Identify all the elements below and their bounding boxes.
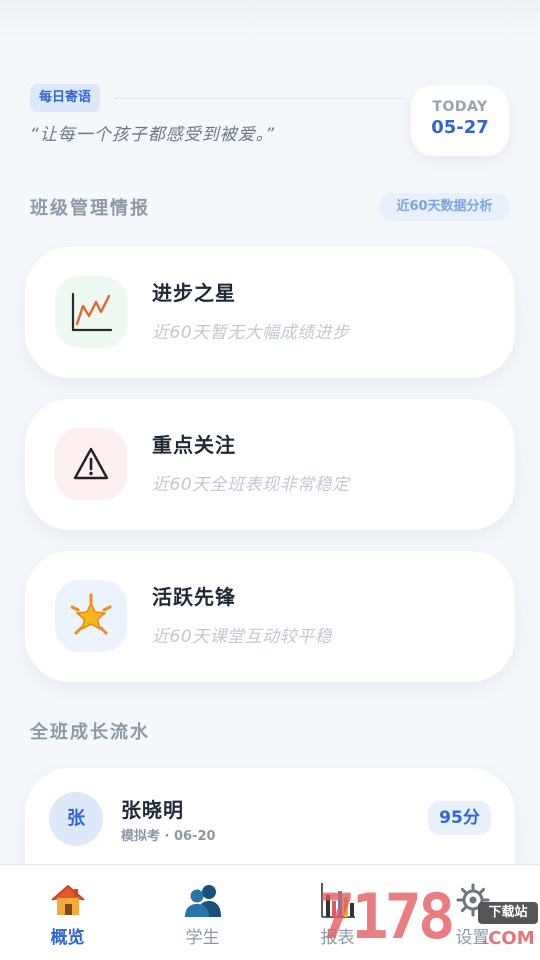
card-progress-star[interactable]: 进步之星 近60天暂无大幅成绩进步 <box>25 247 515 378</box>
section-title-timeline: 全班成长流水 <box>30 722 150 743</box>
student-name: 张晓明 <box>121 798 184 822</box>
date-value: 05-27 <box>431 117 489 138</box>
sparkle-star-icon <box>70 593 112 635</box>
date-card: TODAY 05-27 <box>411 85 509 156</box>
watermark-domain: .COM <box>481 928 535 949</box>
progress-icon-box <box>55 276 127 348</box>
house-icon <box>50 885 85 915</box>
card-title: 活跃先锋 <box>152 585 236 609</box>
date-label: TODAY <box>432 99 488 115</box>
attention-icon-box <box>55 428 127 500</box>
card-key-attention[interactable]: 重点关注 近60天全班表现非常稳定 <box>25 399 515 530</box>
warning-icon <box>73 447 109 480</box>
avatar: 张 <box>49 792 103 846</box>
card-active-pioneer[interactable]: 活跃先锋 近60天课堂互动较平稳 <box>25 551 515 682</box>
site-watermark: 7178 下载站 .COM <box>318 878 540 960</box>
card-subtitle: 近60天全班表现非常稳定 <box>152 475 350 495</box>
daily-quote-tag: 每日寄语 <box>30 84 101 112</box>
card-title: 重点关注 <box>152 433 236 457</box>
score-badge: 95分 <box>428 801 491 835</box>
users-icon <box>184 885 221 917</box>
card-subtitle: 近60天课堂互动较平稳 <box>152 627 333 647</box>
pioneer-icon-box <box>55 580 127 652</box>
nav-label: 概览 <box>50 928 85 948</box>
daily-quote-text: “让每一个孩子都感受到被爱。” <box>30 125 276 145</box>
watermark-badge: 下载站 <box>478 902 538 924</box>
section-title-management: 班级管理情报 <box>30 198 150 219</box>
watermark-digits: 7178 <box>318 880 455 953</box>
card-title: 进步之星 <box>152 281 236 305</box>
nav-tab-students[interactable]: 学生 <box>135 865 270 960</box>
exam-meta: 模拟考 · 06-20 <box>121 829 216 844</box>
nav-tab-overview[interactable]: 概览 <box>0 865 135 960</box>
chart-up-icon <box>71 292 113 332</box>
card-subtitle: 近60天暂无大幅成绩进步 <box>152 323 350 343</box>
quote-divider <box>114 98 404 99</box>
analysis-range-badge[interactable]: 近60天数据分析 <box>379 193 510 221</box>
nav-label: 学生 <box>185 928 220 948</box>
status-bar-area <box>0 0 540 40</box>
